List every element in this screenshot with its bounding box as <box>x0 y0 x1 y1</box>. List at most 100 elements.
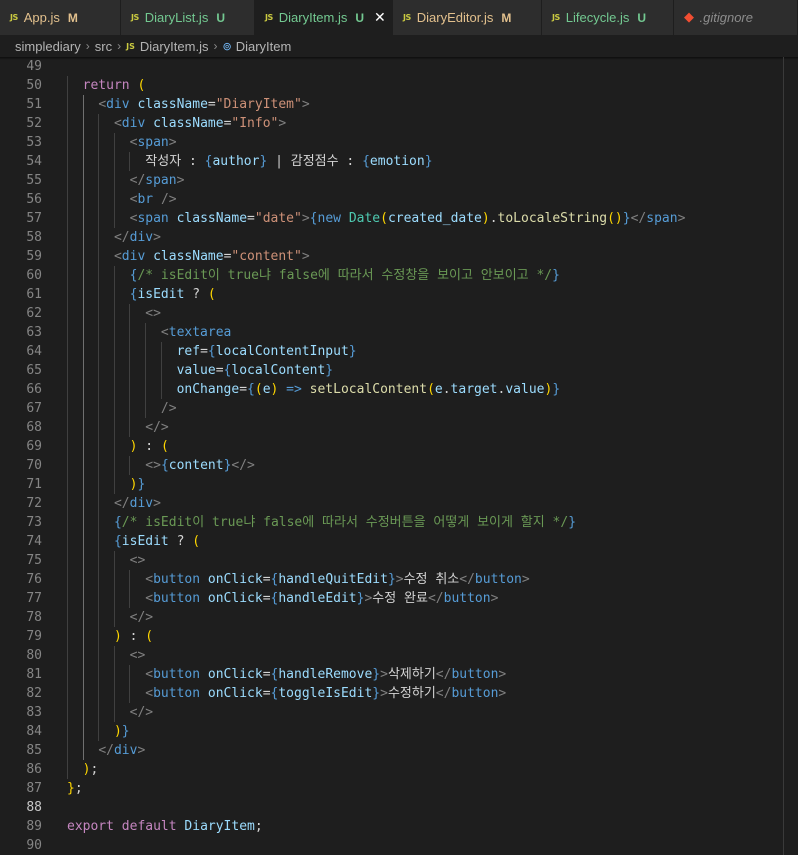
code-token: > <box>677 211 686 226</box>
code-line[interactable]: ) : ( <box>67 437 783 456</box>
code-line[interactable]: </> <box>67 608 783 627</box>
code-line[interactable]: <span> <box>67 133 783 152</box>
code-line[interactable]: }; <box>67 779 783 798</box>
code-area[interactable]: return ( <div className="DiaryItem"> <di… <box>67 57 783 855</box>
code-token: target <box>450 382 498 397</box>
code-line[interactable]: {/* isEdit이 true냐 false에 따라서 수정버튼을 어떻게 보… <box>67 513 783 532</box>
code-token: className <box>153 116 224 131</box>
code-token: div <box>129 496 154 511</box>
code-line[interactable]: <> <box>67 304 783 323</box>
code-line[interactable]: <div className="content"> <box>67 247 783 266</box>
code-token: > <box>301 211 310 226</box>
code-line[interactable]: 작성자 : {author} | 감정점수 : {emotion} <box>67 152 783 171</box>
breadcrumb-symbol-diaryitem[interactable]: DiaryItem <box>236 39 292 54</box>
tab-label: DiaryEditor.js <box>416 10 494 25</box>
code-line[interactable]: <button onClick={handleEdit}>수정 완료</butt… <box>67 589 783 608</box>
code-token: ( <box>137 78 146 93</box>
code-line[interactable]: <> <box>67 646 783 665</box>
line-number: 64 <box>26 344 42 359</box>
code-line[interactable]: </div> <box>67 741 783 760</box>
code-line[interactable]: onChange={(e) => setLocalContent(e.targe… <box>67 380 783 399</box>
line-number: 49 <box>26 59 42 74</box>
code-line[interactable]: /> <box>67 399 783 418</box>
code-line[interactable]: </span> <box>67 171 783 190</box>
code-line[interactable]: <button onClick={toggleIsEdit}>수정하기</but… <box>67 684 783 703</box>
code-line[interactable]: </> <box>67 703 783 722</box>
code-token: emotion <box>369 154 425 169</box>
code-line[interactable]: </div> <box>67 494 783 513</box>
code-line[interactable] <box>67 57 783 76</box>
code-token: > <box>137 743 146 758</box>
code-line[interactable]: export default DiaryItem; <box>67 817 783 836</box>
tab-diarylist[interactable]: JS DiaryList.js U <box>121 0 255 35</box>
vertical-ruler <box>783 57 784 855</box>
close-icon[interactable]: ✕ <box>374 10 386 26</box>
line-number: 65 <box>26 363 42 378</box>
code-line[interactable]: <> <box>67 551 783 570</box>
code-line[interactable]: <div className="DiaryItem"> <box>67 95 783 114</box>
code-line[interactable]: {/* isEdit이 true냐 false에 따라서 수정창을 보이고 안보… <box>67 266 783 285</box>
code-token: } <box>137 477 146 492</box>
tab-diaryitem[interactable]: JS DiaryItem.js U ✕ <box>255 0 393 35</box>
line-number: 54 <box>26 154 42 169</box>
breadcrumb-file-diaryitem[interactable]: DiaryItem.js <box>140 39 209 54</box>
code-token: { <box>113 534 122 549</box>
indent-guide <box>113 551 115 627</box>
code-line[interactable] <box>67 798 783 817</box>
code-token: button <box>153 572 201 587</box>
code-token: = <box>200 344 208 359</box>
breadcrumb-folder-src[interactable]: src <box>95 39 112 54</box>
code-token: br <box>137 192 154 207</box>
code-token: < <box>145 572 154 587</box>
line-number: 55 <box>26 173 42 188</box>
code-token: { <box>207 344 216 359</box>
code-line[interactable]: return ( <box>67 76 783 95</box>
tab-label: App.js <box>23 10 60 25</box>
code-line[interactable]: )} <box>67 722 783 741</box>
tab-diaryeditor[interactable]: JS DiaryEditor.js M <box>393 0 542 35</box>
code-line[interactable]: {isEdit ? ( <box>67 532 783 551</box>
code-line[interactable]: </> <box>67 418 783 437</box>
code-line[interactable]: <button onClick={handleQuitEdit}>수정 취소</… <box>67 570 783 589</box>
code-token: ) <box>481 211 490 226</box>
code-token: > <box>521 572 530 587</box>
code-token: = <box>239 382 248 397</box>
code-line[interactable]: ); <box>67 760 783 779</box>
code-editor[interactable]: 49 50 51 52 53 54 55 56 57 58 59 60 61 62 63 64 65 66 67 68… <box>0 57 798 855</box>
code-line[interactable]: <>{content}</> <box>67 456 783 475</box>
tab-lifecycle[interactable]: JS Lifecycle.js U <box>542 0 674 35</box>
code-line[interactable]: <textarea <box>67 323 783 342</box>
breadcrumb-folder-simplediary[interactable]: simplediary <box>15 39 81 54</box>
code-line[interactable]: value={localContent} <box>67 361 783 380</box>
code-line[interactable]: <span className="date">{new Date(created… <box>67 209 783 228</box>
tab-gitignore[interactable]: ◆ .gitignore <box>674 0 798 35</box>
line-number: 57 <box>26 211 42 226</box>
code-token: } <box>372 667 381 682</box>
code-token: } <box>348 344 357 359</box>
code-line[interactable] <box>67 836 783 855</box>
code-token: isEdit <box>121 534 169 549</box>
javascript-file-icon: JS <box>131 13 139 22</box>
code-token: </> <box>129 705 154 720</box>
line-number: 84 <box>26 724 42 739</box>
code-token: . <box>442 382 451 397</box>
line-number: 74 <box>26 534 42 549</box>
code-line[interactable]: <button onClick={handleRemove}>삭제하기</but… <box>67 665 783 684</box>
code-token: span <box>137 211 169 226</box>
code-line[interactable]: {isEdit ? ( <box>67 285 783 304</box>
code-line[interactable]: <br /> <box>67 190 783 209</box>
code-line[interactable]: ref={localContentInput} <box>67 342 783 361</box>
code-line[interactable]: )} <box>67 475 783 494</box>
code-token: => <box>286 382 302 397</box>
code-line[interactable]: <div className="Info"> <box>67 114 783 133</box>
code-line[interactable]: ) : ( <box>67 627 783 646</box>
code-line[interactable]: </div> <box>67 228 783 247</box>
line-number: 77 <box>26 591 42 606</box>
code-token: </ <box>113 230 130 245</box>
tab-app[interactable]: JS App.js M <box>0 0 121 35</box>
